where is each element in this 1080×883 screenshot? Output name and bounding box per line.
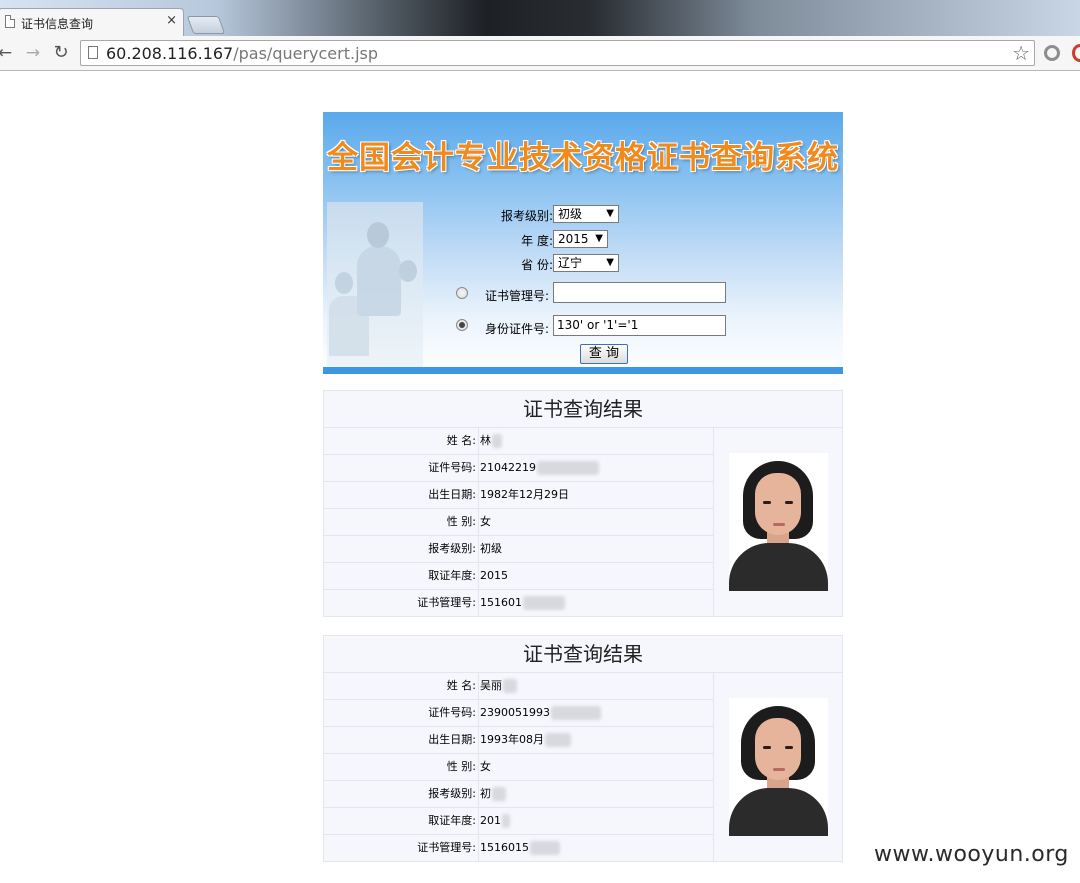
table-row: 性 别: 女 <box>324 509 713 536</box>
banner-bottom-strip <box>323 367 843 374</box>
banner-title: 全国会计专业技术资格证书查询系统 <box>327 140 839 176</box>
tab-title: 证书信息查询 <box>21 17 94 31</box>
id-value: 21042219 <box>480 455 599 481</box>
level-value: 初级 <box>480 542 502 555</box>
birth-value: 1993年08月 <box>480 727 571 753</box>
table-row: 取证年度: 201 <box>324 808 713 835</box>
year-select[interactable]: 2015 ▼ <box>553 230 608 248</box>
name-value: 吴丽 <box>480 673 517 699</box>
table-row: 证书管理号: 1516015 <box>324 835 713 862</box>
name-label: 姓 名: <box>324 428 479 454</box>
table-row: 取证年度: 2015 <box>324 563 713 590</box>
photo-cell <box>713 673 842 861</box>
table-row: 证件号码: 2390051993 <box>324 700 713 727</box>
cert-no-label: 证书管理号: <box>324 590 479 616</box>
result-title: 证书查询结果 <box>324 636 842 673</box>
birth-label: 出生日期: <box>324 482 479 508</box>
birth-label: 出生日期: <box>324 727 479 753</box>
table-row: 姓 名: 林 <box>324 428 713 455</box>
dropdown-arrow-icon: ▼ <box>595 233 603 244</box>
gender-value: 女 <box>480 760 491 773</box>
photo-cell <box>713 428 842 616</box>
year-label: 年 度: <box>521 234 553 248</box>
cert-no-value: 151601 <box>480 590 565 616</box>
table-row: 性 别: 女 <box>324 754 713 781</box>
gender-label: 性 别: <box>324 509 479 535</box>
address-bar[interactable]: 60.208.116.167/pas/querycert.jsp ☆ <box>80 40 1035 66</box>
year-value: 2015 <box>480 569 508 582</box>
browser-titlebar: 证书信息查询 × <box>0 0 1080 36</box>
result-card: 证书查询结果 姓 名: 林 证件号码: 21042219 出生日期: 1982年12月… <box>323 390 843 617</box>
name-label: 姓 名: <box>324 673 479 699</box>
year-label: 取证年度: <box>324 808 479 834</box>
result-card: 证书查询结果 姓 名: 吴丽 证件号码: 2390051993 出生日期: 1993年… <box>323 635 843 862</box>
dropdown-arrow-icon: ▼ <box>606 257 614 268</box>
level-value: 初 <box>480 781 506 807</box>
table-row: 姓 名: 吴丽 <box>324 673 713 700</box>
year-value: 201 <box>480 808 510 834</box>
page-icon <box>88 46 98 59</box>
query-banner: 全国会计专业技术资格证书查询系统 报考级别: 初级 ▼ 年 度: 2015 ▼ 省 … <box>323 112 843 374</box>
forward-arrow-icon[interactable]: → <box>22 42 44 64</box>
result-title: 证书查询结果 <box>324 391 842 428</box>
province-label: 省 份: <box>521 258 553 272</box>
id-label: 证件号码: <box>324 455 479 481</box>
gender-label: 性 别: <box>324 754 479 780</box>
close-tab-icon[interactable]: × <box>166 13 177 29</box>
table-row: 报考级别: 初 <box>324 781 713 808</box>
cert-no-input[interactable] <box>553 282 726 303</box>
table-row: 报考级别: 初级 <box>324 536 713 563</box>
id-no-label: 身份证件号: <box>484 322 549 336</box>
table-row: 出生日期: 1993年08月 <box>324 727 713 754</box>
reload-icon[interactable]: ↻ <box>50 42 72 64</box>
star-icon[interactable]: ☆ <box>1012 41 1030 65</box>
province-select[interactable]: 辽宁 ▼ <box>553 254 619 272</box>
birth-value: 1982年12月29日 <box>480 488 569 501</box>
page-icon <box>5 15 15 28</box>
name-value: 林 <box>480 428 502 454</box>
level-select[interactable]: 初级 ▼ <box>553 205 619 223</box>
back-arrow-icon[interactable]: ← <box>0 42 16 64</box>
gender-value: 女 <box>480 515 491 528</box>
url-text: 60.208.116.167/pas/querycert.jsp <box>106 44 379 63</box>
id-photo <box>729 698 828 836</box>
table-row: 证件号码: 21042219 <box>324 455 713 482</box>
id-value: 2390051993 <box>480 700 601 726</box>
query-button[interactable]: 查 询 <box>580 344 628 364</box>
id-photo <box>729 453 828 591</box>
year-label: 取证年度: <box>324 563 479 589</box>
cert-no-value: 1516015 <box>480 835 560 861</box>
level-label: 报考级别: <box>324 781 479 807</box>
id-no-input[interactable]: 130' or '1'='1 <box>553 315 726 336</box>
extension-icon[interactable] <box>1044 45 1060 61</box>
table-row: 出生日期: 1982年12月29日 <box>324 482 713 509</box>
level-label: 报考级别: <box>324 536 479 562</box>
watermark: www.wooyun.org <box>874 842 1069 867</box>
browser-toolbar: ← → ↻ 60.208.116.167/pas/querycert.jsp ☆ <box>0 36 1080 71</box>
new-tab-button[interactable] <box>186 16 226 34</box>
cert-no-label: 证书管理号: <box>484 289 549 303</box>
level-label: 报考级别: <box>500 209 553 223</box>
table-row: 证书管理号: 151601 <box>324 590 713 617</box>
banner-people-image <box>327 202 423 367</box>
cert-no-label: 证书管理号: <box>324 835 479 861</box>
browser-tab[interactable]: 证书信息查询 × <box>0 8 184 36</box>
id-label: 证件号码: <box>324 700 479 726</box>
dropdown-arrow-icon: ▼ <box>606 208 614 219</box>
